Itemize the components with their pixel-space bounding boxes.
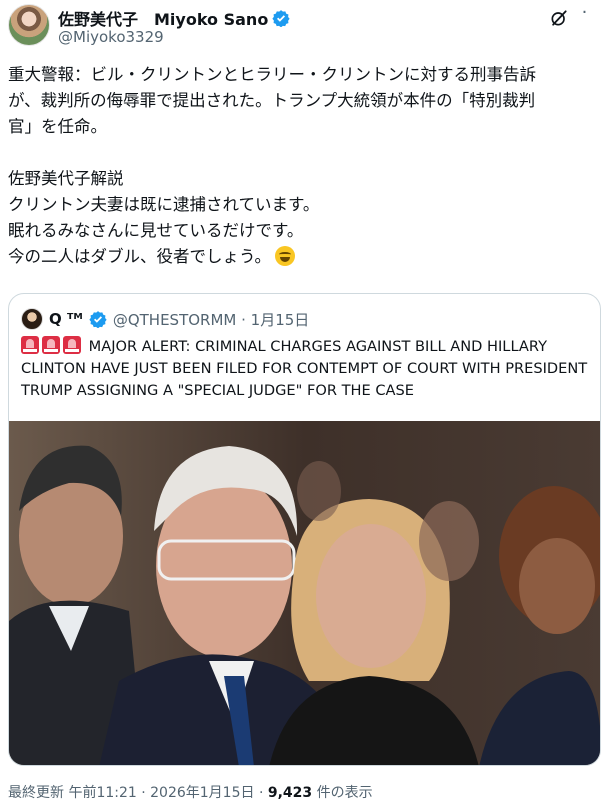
tweet-line: 佐野美代子解説 [8,169,124,188]
avatar[interactable] [8,4,50,46]
quoted-avatar[interactable] [21,308,43,330]
author-name-row[interactable]: 佐野美代子 Miyoko Sano [58,6,290,30]
tweet-line: 重大警報：ビル・クリントンとヒラリー・クリントンに対する刑事告訴 [8,65,536,84]
quoted-line-first: MAJOR ALERT: CRIMINAL CHARGES AGAINST BI… [21,336,591,358]
tweet-line-last: 今の二人はダブル、役者でしょう。 [8,244,598,270]
quoted-line: TRUMP ASSIGNING A "SPECIAL JUDGE" FOR TH… [21,382,415,399]
author-display-name[interactable]: 佐野美代子 Miyoko Sano [58,6,268,30]
grinning-squinting-face-icon [275,246,296,266]
quoted-line: MAJOR ALERT: CRIMINAL CHARGES AGAINST BI… [88,338,548,355]
quoted-tweet-header: Q ᵀᴹ @QTHESTORMM · 1月15日 [21,308,309,330]
tweet-line: クリントン夫妻は既に逮捕されています。 [8,195,320,214]
tweet-header: 佐野美代子 Miyoko Sano @Miyoko3329 · [8,4,595,48]
quoted-line: CLINTON HAVE JUST BEEN FILED FOR CONTEMP… [21,360,588,377]
tweet-line: が、裁判所の侮辱罪で提出された。トランプ大統領が本件の「特別裁判 [8,91,536,110]
author-handle[interactable]: @Miyoko3329 [58,28,164,46]
tweet-line: 今の二人はダブル、役者でしょう。 [8,247,272,266]
quoted-tweet-text: MAJOR ALERT: CRIMINAL CHARGES AGAINST BI… [21,336,591,402]
timestamp[interactable]: 最終更新 午前11:21 · 2026年1月15日 · [8,785,268,800]
tweet-footer: 最終更新 午前11:21 · 2026年1月15日 · 9,423 件の表示 [8,782,373,800]
more-options-icon[interactable]: · [575,4,595,26]
police-light-icon [42,336,60,354]
police-light-icon [63,336,81,354]
tweet-line: 眠れるみなさんに見せているだけです。 [8,221,304,240]
quoted-display-name[interactable]: Q ᵀᴹ [49,310,83,328]
tweet-text: 重大警報：ビル・クリントンとヒラリー・クリントンに対する刑事告訴 が、裁判所の侮… [8,62,598,270]
news-photo[interactable] [9,421,601,766]
quoted-handle-date[interactable]: @QTHESTORMM · 1月15日 [113,309,309,330]
verified-badge-icon [89,311,107,328]
quoted-tweet[interactable]: Q ᵀᴹ @QTHESTORMM · 1月15日 MAJOR ALERT: CR… [8,293,601,766]
view-count-suffix: 件の表示 [312,785,373,800]
grok-icon[interactable] [549,8,569,28]
police-light-icon [21,336,39,354]
tweet-line: 官」を任命。 [8,117,107,136]
view-count[interactable]: 9,423 [268,785,312,800]
verified-badge-icon [272,10,290,27]
